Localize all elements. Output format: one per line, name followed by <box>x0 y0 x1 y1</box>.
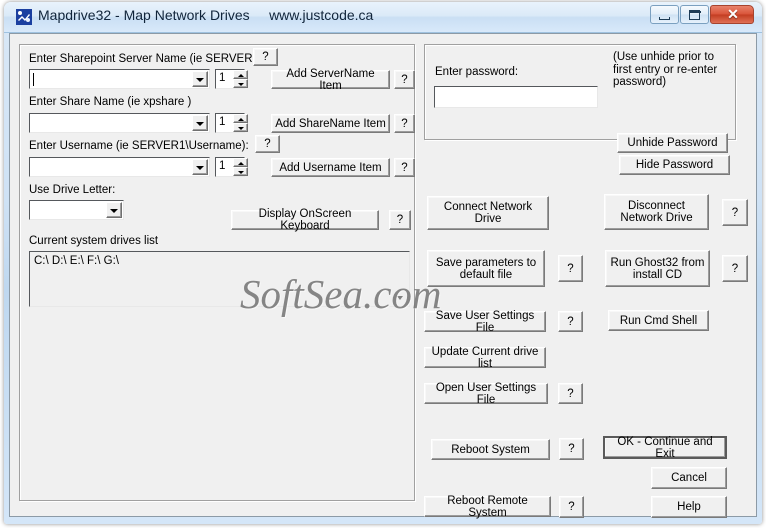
reboot-system-button[interactable]: Reboot System <box>431 439 550 460</box>
window-title: Mapdrive32 - Map Network Drives www.just… <box>38 7 374 23</box>
reboot-system-help-button[interactable]: ? <box>559 438 584 460</box>
run-cmd-shell-button[interactable]: Run Cmd Shell <box>608 310 709 331</box>
client-area: Enter Sharepoint Server Name (ie SERVER1… <box>9 33 757 519</box>
add-username-item-button[interactable]: Add Username Item <box>271 158 390 177</box>
title-bar: Mapdrive32 - Map Network Drives www.just… <box>4 2 762 33</box>
cancel-button[interactable]: Cancel <box>651 467 727 489</box>
username-label: Enter Username (ie SERVER1\Username): <box>29 140 249 152</box>
add-username-help-button[interactable]: ? <box>394 158 415 177</box>
reboot-remote-system-button[interactable]: Reboot Remote System <box>424 495 551 519</box>
share-count-stepper[interactable] <box>233 114 248 132</box>
save-parameters-help-button[interactable]: ? <box>558 255 583 282</box>
close-button[interactable]: ✕ <box>710 5 754 24</box>
connect-network-drive-button[interactable]: Connect Network Drive <box>427 196 549 230</box>
app-network-drives-icon <box>16 9 32 25</box>
drive-letter-combo[interactable] <box>29 200 124 220</box>
server-name-combo[interactable] <box>29 69 210 89</box>
username-count-stepper[interactable] <box>233 158 248 176</box>
password-hint-text: (Use unhide prior to first entry or re-e… <box>613 51 718 88</box>
onscreen-keyboard-help-button[interactable]: ? <box>389 210 411 230</box>
save-user-settings-file-button[interactable]: Save User Settings File <box>424 310 546 334</box>
chevron-down-icon[interactable] <box>106 202 122 218</box>
hide-password-button[interactable]: Hide Password <box>619 155 730 175</box>
chevron-down-icon[interactable] <box>192 115 208 131</box>
server-count-stepper[interactable] <box>233 70 248 88</box>
maximize-icon <box>689 10 701 20</box>
current-drives-list-label: Current system drives list <box>29 235 159 247</box>
username-combo[interactable] <box>29 157 210 177</box>
disconnect-network-drive-help-button[interactable]: ? <box>722 199 748 226</box>
stepper-up-icon[interactable] <box>233 70 248 79</box>
stepper-down-icon[interactable] <box>233 79 248 88</box>
update-current-drive-list-button[interactable]: Update Current drive list <box>424 346 546 370</box>
server-name-label: Enter Sharepoint Server Name (ie SERVER1… <box>29 53 266 65</box>
help-button[interactable]: Help <box>651 496 727 518</box>
current-drives-listbox[interactable]: C:\ D:\ E:\ F:\ G:\ <box>29 251 410 307</box>
maximize-button[interactable] <box>680 5 709 24</box>
username-help-button[interactable]: ? <box>255 135 280 153</box>
unhide-password-button[interactable]: Unhide Password <box>617 133 728 153</box>
password-label: Enter password: <box>435 66 519 78</box>
share-name-label: Enter Share Name (ie xpshare ) <box>29 96 192 108</box>
password-input[interactable] <box>434 86 598 108</box>
add-sharename-item-button[interactable]: Add ShareName Item <box>271 114 390 133</box>
display-onscreen-keyboard-button[interactable]: Display OnScreen Keyboard <box>231 208 379 232</box>
add-sharename-help-button[interactable]: ? <box>394 114 415 133</box>
stepper-down-icon[interactable] <box>233 123 248 132</box>
stepper-up-icon[interactable] <box>233 158 248 167</box>
minimize-icon <box>659 17 670 20</box>
run-ghost32-help-button[interactable]: ? <box>722 255 748 282</box>
reboot-remote-system-help-button[interactable]: ? <box>559 496 584 518</box>
drives-list-item: C:\ D:\ E:\ F:\ G:\ <box>34 255 119 267</box>
chevron-down-icon[interactable] <box>192 71 208 87</box>
minimize-button[interactable] <box>650 5 679 24</box>
chevron-down-icon[interactable] <box>192 159 208 175</box>
drive-letter-label: Use Drive Letter: <box>29 184 116 196</box>
open-user-settings-file-button[interactable]: Open User Settings File <box>424 382 548 406</box>
save-parameters-button[interactable]: Save parameters to default file <box>427 250 545 287</box>
stepper-up-icon[interactable] <box>233 114 248 123</box>
add-servername-help-button[interactable]: ? <box>394 70 415 89</box>
text-caret <box>33 73 34 86</box>
scroll-down-icon[interactable] <box>394 291 407 304</box>
add-servername-item-button[interactable]: Add ServerName Item <box>271 68 390 92</box>
application-window: Mapdrive32 - Map Network Drives www.just… <box>4 2 762 524</box>
open-user-settings-help-button[interactable]: ? <box>558 383 583 404</box>
save-user-settings-help-button[interactable]: ? <box>558 311 583 332</box>
close-icon: ✕ <box>727 6 739 22</box>
share-name-combo[interactable] <box>29 113 210 133</box>
stepper-down-icon[interactable] <box>233 167 248 176</box>
ok-continue-exit-button[interactable]: OK - Continue and Exit <box>603 436 727 460</box>
disconnect-network-drive-button[interactable]: Disconnect Network Drive <box>604 194 709 230</box>
server-name-help-button[interactable]: ? <box>253 48 278 66</box>
run-ghost32-button[interactable]: Run Ghost32 from install CD <box>605 250 710 287</box>
